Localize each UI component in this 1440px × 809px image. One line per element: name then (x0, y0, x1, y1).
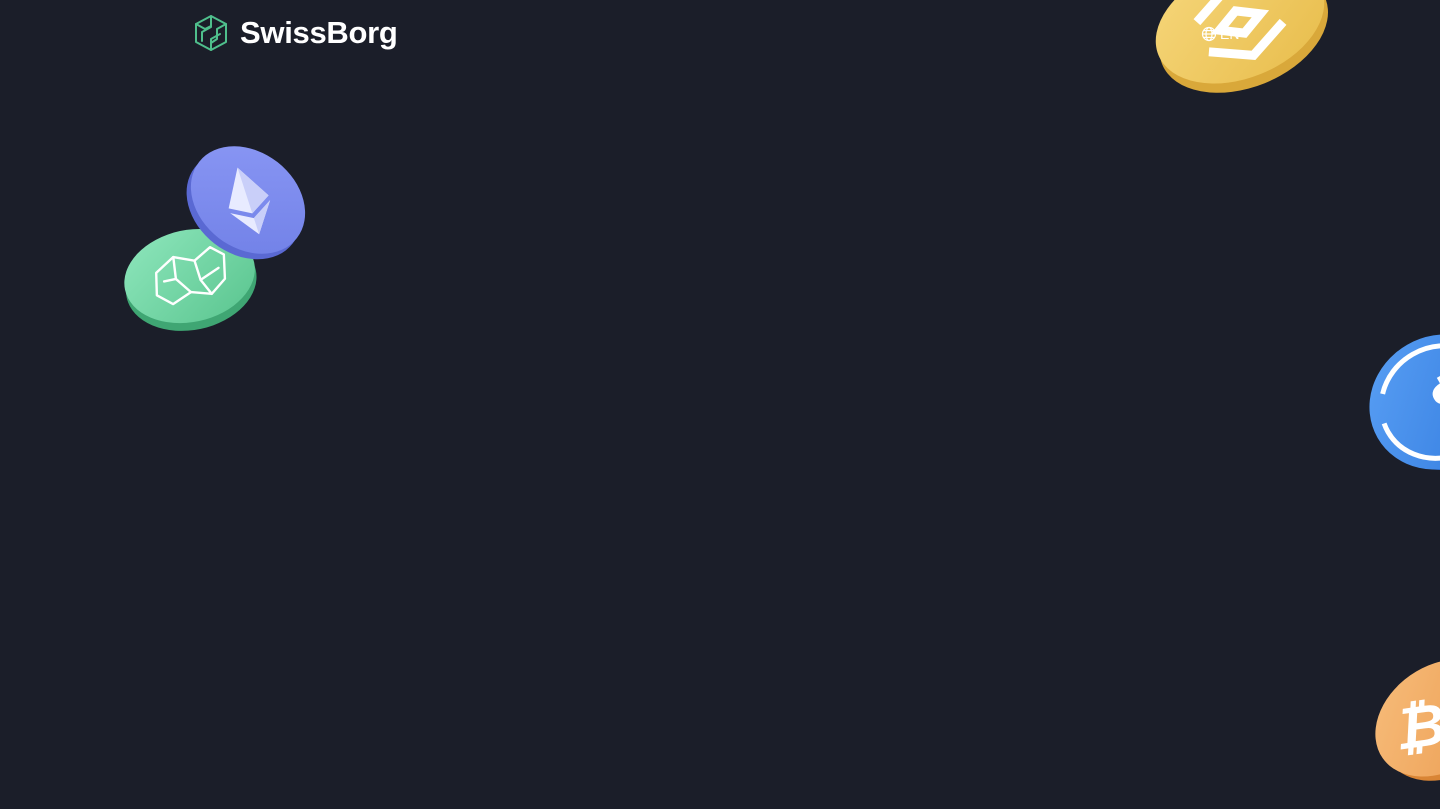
binance-coin (1148, 0, 1338, 95)
usdc-coin: $ (1360, 326, 1440, 480)
swissborg-logo-icon (192, 14, 230, 52)
language-label: EN (1220, 26, 1240, 42)
ethereum-coin (184, 144, 314, 266)
brand-name: SwissBorg (240, 15, 398, 50)
svg-text:₿: ₿ (1390, 689, 1440, 763)
brand-logo-link[interactable]: SwissBorg (192, 14, 398, 52)
usdc-icon: $ (1369, 334, 1440, 471)
bitcoin-icon: ₿ (1375, 659, 1440, 781)
bitcoin-coin: ₿ (1366, 659, 1440, 781)
ethereum-icon (186, 146, 306, 260)
globe-icon (1201, 26, 1217, 42)
binance-icon (1155, 0, 1328, 93)
language-selector[interactable]: EN (1201, 25, 1239, 43)
landing-page: SwissBorg EN $ ₿ (0, 0, 1440, 809)
